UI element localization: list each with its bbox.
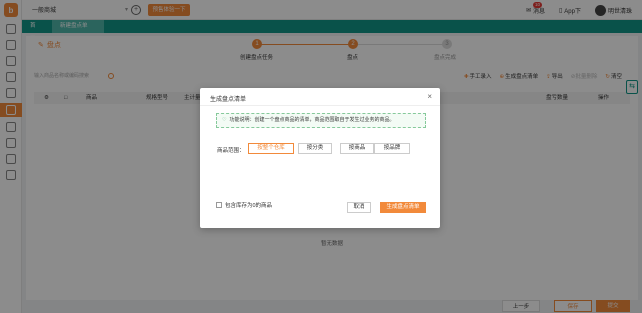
range-label: 商品范围： — [217, 148, 245, 154]
range-option-product[interactable]: 按商品 — [340, 143, 374, 154]
modal-title: 生成盘点清单 — [210, 97, 247, 103]
range-option-category[interactable]: 按分类 — [298, 143, 332, 154]
range-option-warehouse[interactable]: 按整个仓库 — [248, 143, 294, 154]
generate-list-modal: 生成盘点清单 × ♡ 功能说明：创建一个盘点商品的清单，商品范围取自于发生过业务的… — [200, 88, 440, 228]
close-icon[interactable]: × — [427, 92, 432, 101]
cancel-button[interactable]: 取消 — [347, 202, 371, 213]
range-option-brand[interactable]: 按品牌 — [374, 143, 410, 154]
generate-list-button[interactable]: 生成盘点清单 — [380, 202, 426, 213]
include-zero-option[interactable]: 包含库存为0的商品 — [216, 201, 272, 209]
modal-divider — [200, 105, 440, 106]
info-notice: ♡ 功能说明：创建一个盘点商品的清单，商品范围取自于发生过业务的商品。 — [216, 113, 426, 128]
include-zero-label: 包含库存为0的商品 — [225, 203, 273, 209]
info-text: 功能说明：创建一个盘点商品的清单，商品范围取自于发生过业务的商品。 — [229, 117, 395, 123]
include-zero-checkbox[interactable] — [216, 202, 222, 208]
lightbulb-icon: ♡ — [222, 117, 227, 123]
